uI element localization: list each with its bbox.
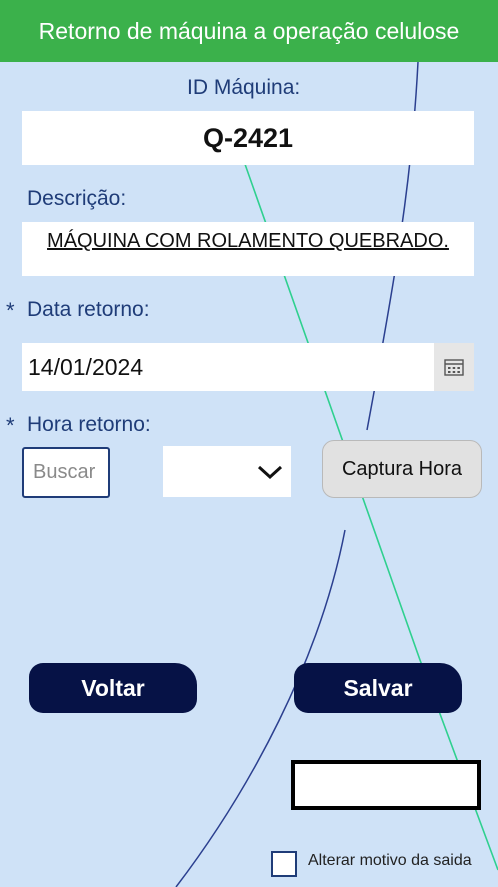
app-screen: Retorno de máquina a operação celulose I… <box>0 0 498 887</box>
date-return-input[interactable]: 14/01/2024 <box>22 343 434 391</box>
calendar-button[interactable] <box>434 343 474 391</box>
change-reason-label: Alterar motivo da saida <box>308 852 472 869</box>
description-label: Descrição: <box>27 187 127 210</box>
time-return-label: Hora retorno: <box>27 413 151 436</box>
capture-time-label: Captura Hora <box>341 457 463 480</box>
description-field[interactable]: MÁQUINA COM ROLAMENTO QUEBRADO. <box>22 222 474 276</box>
date-return-value: 14/01/2024 <box>28 353 144 380</box>
id-machine-value: Q-2421 <box>22 111 474 165</box>
save-button-label: Salvar <box>343 674 413 701</box>
back-button[interactable]: Voltar <box>29 663 197 713</box>
time-dropdown[interactable] <box>163 446 291 497</box>
change-reason-checkbox[interactable] <box>271 851 297 877</box>
page-title: Retorno de máquina a operação celulose <box>38 17 460 44</box>
back-button-label: Voltar <box>81 674 145 701</box>
save-button[interactable]: Salvar <box>294 663 462 713</box>
date-return-label: Data retorno: <box>27 298 150 321</box>
capture-time-button[interactable]: Captura Hora <box>322 440 482 498</box>
required-mark-date: * <box>6 298 15 323</box>
chevron-down-icon <box>257 465 283 479</box>
required-mark-time: * <box>6 413 15 438</box>
search-input[interactable]: Buscar <box>22 447 110 498</box>
header-bar: Retorno de máquina a operação celulose <box>0 0 498 62</box>
description-text: MÁQUINA COM ROLAMENTO QUEBRADO. <box>47 230 449 252</box>
search-placeholder: Buscar <box>33 461 96 483</box>
empty-field-box[interactable] <box>291 760 481 810</box>
id-machine-label: ID Máquina: <box>187 76 301 99</box>
calendar-icon <box>444 359 464 376</box>
